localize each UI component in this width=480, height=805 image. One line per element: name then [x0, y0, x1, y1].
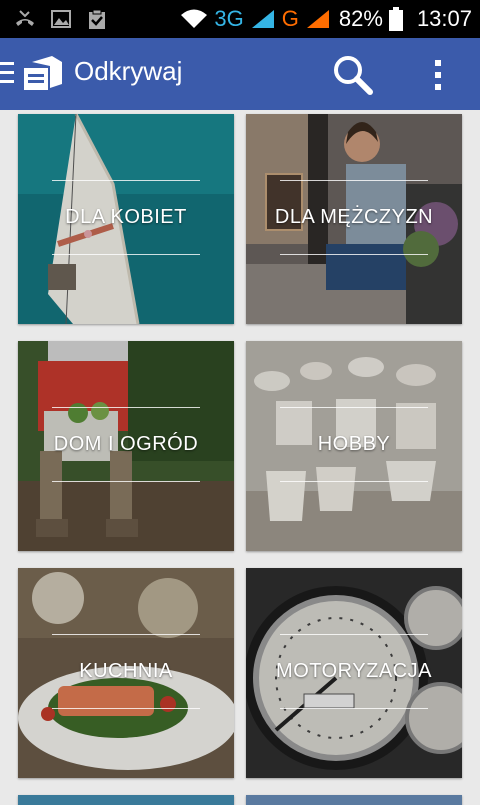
search-icon[interactable]	[330, 52, 374, 96]
clock: 13:07	[416, 6, 472, 31]
label-rule-bottom	[280, 481, 428, 482]
category-tile-partial[interactable]	[246, 795, 462, 805]
category-tile-partial[interactable]	[18, 795, 234, 805]
label-rule-bottom	[52, 254, 200, 255]
battery-icon	[388, 7, 403, 31]
label-rule-top	[52, 180, 200, 181]
menu-icon[interactable]	[0, 60, 16, 88]
category-label: KUCHNIA	[79, 660, 173, 682]
label-rule-top	[52, 407, 200, 408]
category-label: DOM I OGRÓD	[53, 433, 199, 455]
network-3g-label: 3G	[214, 6, 244, 31]
label-rule-top	[280, 407, 428, 408]
category-tile-motoryzacja[interactable]: MOTORYZACJA	[246, 568, 462, 778]
network-g-label: G	[281, 6, 299, 31]
category-tile-dom-i-ogrod[interactable]: DOM I OGRÓD	[18, 341, 234, 551]
label-rule-bottom	[52, 481, 200, 482]
category-label: HOBBY	[317, 433, 391, 455]
category-tile-hobby[interactable]: HOBBY	[246, 341, 462, 551]
page-title: Odkrywaj	[74, 56, 183, 86]
status-bar: 3G G 82% 13:07	[0, 0, 480, 38]
wifi-icon	[181, 9, 208, 28]
category-label: DLA KOBIET	[65, 206, 187, 228]
category-tile-dla-kobiet[interactable]: DLA KOBIET	[18, 114, 234, 324]
app-logo-icon[interactable]	[22, 54, 64, 92]
clipboard-check-icon	[89, 9, 105, 29]
category-tile-dla-mezczyzn[interactable]: DLA MĘŻCZYZN	[246, 114, 462, 324]
category-label: MOTORYZACJA	[276, 660, 432, 682]
category-label: DLA MĘŻCZYZN	[274, 206, 434, 228]
missed-call-icon	[16, 10, 34, 26]
signal-icon-2	[306, 10, 329, 28]
overflow-menu-icon[interactable]	[424, 52, 452, 96]
image-icon	[51, 10, 71, 28]
signal-icon	[251, 10, 274, 28]
app-bar: Odkrywaj	[0, 38, 480, 110]
label-rule-top	[280, 634, 428, 635]
category-tile-kuchnia[interactable]: KUCHNIA	[18, 568, 234, 778]
label-rule-top	[52, 634, 200, 635]
label-rule-bottom	[52, 708, 200, 709]
label-rule-bottom	[280, 254, 428, 255]
label-rule-bottom	[280, 708, 428, 709]
label-rule-top	[280, 180, 428, 181]
battery-percent: 82%	[338, 6, 383, 31]
